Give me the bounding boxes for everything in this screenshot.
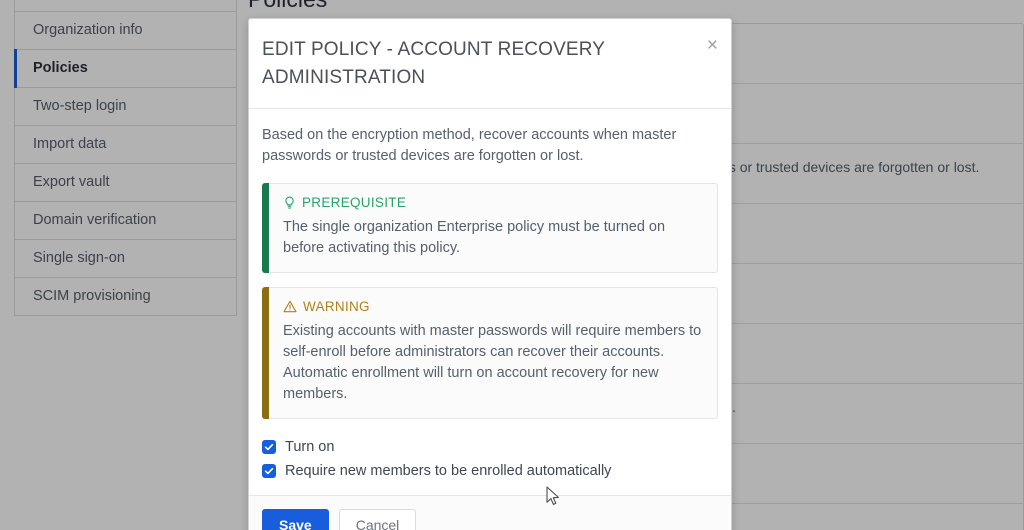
warning-callout: WARNING Existing accounts with master pa…	[262, 287, 718, 419]
modal-header: EDIT POLICY - ACCOUNT RECOVERY ADMINISTR…	[249, 19, 731, 109]
callout-text: The single organization Enterprise polic…	[283, 219, 666, 256]
modal-body: Based on the encryption method, recover …	[249, 109, 731, 495]
save-button[interactable]: Save	[262, 509, 329, 530]
callout-title-row: PREREQUISITE	[283, 195, 703, 210]
checkbox-turn-on[interactable]	[262, 440, 276, 454]
checkbox-row-turn-on[interactable]: Turn on	[262, 435, 718, 459]
callout-text: Existing accounts with master passwords …	[283, 323, 702, 402]
checkbox-label-turn-on[interactable]: Turn on	[285, 439, 334, 455]
modal-description: Based on the encryption method, recover …	[262, 127, 677, 164]
checkbox-row-auto-enroll[interactable]: Require new members to be enrolled autom…	[262, 459, 718, 483]
modal-footer: Save Cancel	[249, 495, 731, 530]
edit-policy-modal: EDIT POLICY - ACCOUNT RECOVERY ADMINISTR…	[248, 18, 732, 530]
checkbox-group: Turn on Require new members to be enroll…	[262, 433, 718, 485]
prerequisite-callout: PREREQUISITE The single organization Ent…	[262, 183, 718, 273]
cancel-button[interactable]: Cancel	[338, 509, 417, 530]
checkbox-label-auto-enroll[interactable]: Require new members to be enrolled autom…	[285, 463, 611, 479]
checkbox-auto-enroll[interactable]	[262, 464, 276, 478]
close-icon[interactable]: ×	[707, 36, 718, 55]
warning-triangle-icon	[283, 300, 297, 313]
lightbulb-icon	[283, 196, 296, 210]
callout-title-text: WARNING	[303, 299, 370, 314]
callout-title-row: WARNING	[283, 299, 703, 314]
app-screen: SETTINGS Organization info Policies Two-…	[0, 0, 1024, 530]
callout-title-text: PREREQUISITE	[302, 195, 407, 210]
modal-title: EDIT POLICY - ACCOUNT RECOVERY ADMINISTR…	[262, 39, 605, 88]
